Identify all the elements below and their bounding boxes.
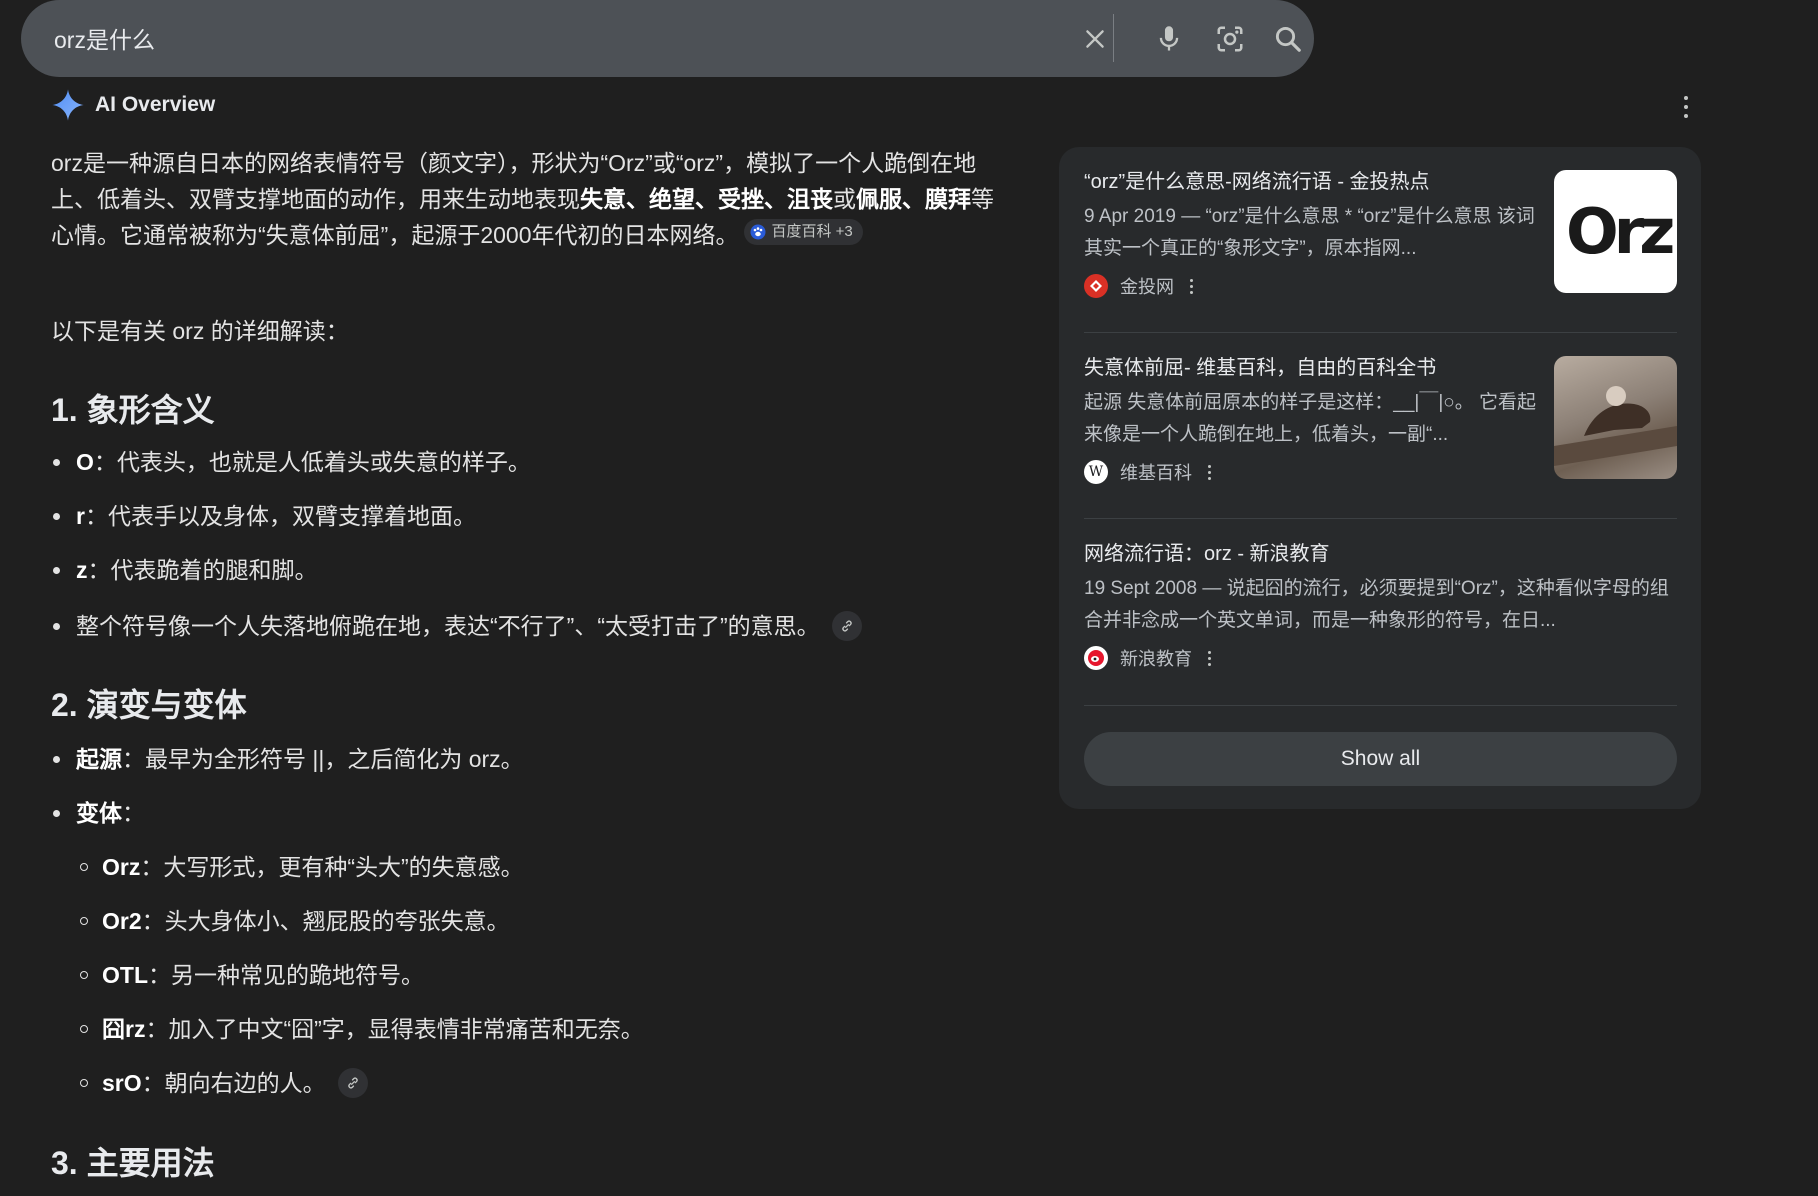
voice-search-button[interactable] — [1150, 20, 1188, 58]
source-site-name: 新浪教育 — [1120, 649, 1192, 669]
list-item: 变体： — [51, 797, 145, 829]
section-heading-3: 3. 主要用法 — [51, 1145, 215, 1181]
source-more-options[interactable] — [1208, 464, 1211, 480]
source-thumbnail[interactable] — [1554, 356, 1677, 479]
close-icon — [1086, 30, 1104, 48]
list-item: r ：代表手以及身体，双臂支撑着地面。 — [51, 500, 476, 532]
list-item: 起源 ：最早为全形符号 ||，之后简化为 orz。 — [51, 743, 524, 775]
sub-list-item: srO ：朝向右边的人。 — [80, 1067, 368, 1099]
source-card[interactable]: 网络流行语：orz - 新浪教育 19 Sept 2008 — 说起囧的流行，必… — [1084, 541, 1677, 671]
sub-list-item: Or2 ：头大身体小、翘屁股的夸张失意。 — [80, 905, 510, 937]
sub-list-item: Orz ：大写形式，更有种“头大”的失意感。 — [80, 851, 524, 883]
ai-overview-title: AI Overview — [95, 93, 216, 116]
source-more-options[interactable] — [1208, 650, 1211, 666]
ai-overview-body: orz是一种源自日本的网络表情符号（颜文字），形状为“Orz”或“orz”，模拟… — [51, 145, 1001, 253]
source-divider — [1084, 518, 1677, 519]
detail-intro: 以下是有关 orz 的详细解读： — [51, 318, 349, 344]
search-input[interactable] — [52, 22, 1012, 54]
link-icon — [841, 620, 852, 632]
gemini-sparkle-icon — [52, 89, 84, 121]
source-thumbnail[interactable]: Orz — [1554, 170, 1677, 293]
thumbnail-text: Orz — [1566, 195, 1675, 268]
jintou-favicon-icon — [1084, 274, 1108, 298]
source-snippet: 19 Sept 2008 — 说起囧的流行，必须要提到“Orz”，这种看似字母的… — [1084, 578, 1669, 631]
list-item: z ：代表跪着的腿和脚。 — [51, 554, 318, 586]
search-icon — [1275, 26, 1301, 52]
list-item: O ：代表头，也就是人低着头或失意的样子。 — [51, 446, 531, 478]
camera-lens-icon — [1217, 26, 1243, 52]
ai-overview-header: AI Overview — [51, 88, 215, 122]
clear-search-button[interactable] — [1076, 20, 1114, 58]
source-snippet: 起源 失意体前屈原本的样子是这样：__|￣|○。 它看起来像是一个人跪倒在地上，… — [1084, 392, 1537, 445]
source-site-name: 金投网 — [1120, 277, 1174, 297]
citation-chip[interactable]: 百度百科 +3 — [744, 219, 863, 245]
intro-paragraph: orz是一种源自日本的网络表情符号（颜文字），形状为“Orz”或“orz”，模拟… — [51, 150, 994, 248]
sub-list-item: 囧rz ：加入了中文“囧”字，显得表情非常痛苦和无奈。 — [80, 1013, 644, 1045]
search-bar-divider — [1113, 14, 1114, 62]
source-snippet: 9 Apr 2019 — “orz”是什么意思 * “orz”是什么意思 该词其… — [1084, 206, 1535, 259]
show-all-button[interactable]: Show all — [1084, 732, 1677, 786]
sub-list-item: OTL ：另一种常见的跪地符号。 — [80, 959, 424, 991]
search-button[interactable] — [1269, 20, 1307, 58]
kneeling-figure-image — [1554, 386, 1677, 466]
link-icon — [347, 1077, 358, 1089]
ai-overview-more-options[interactable] — [1676, 94, 1696, 120]
source-title[interactable]: 网络流行语：orz - 新浪教育 — [1084, 541, 1677, 567]
source-divider — [1084, 705, 1677, 706]
source-card[interactable]: 失意体前屈- 维基百科，自由的百科全书 起源 失意体前屈原本的样子是这样：__|… — [1084, 355, 1677, 485]
section-heading-1: 1. 象形含义 — [51, 392, 215, 428]
source-divider — [1084, 332, 1677, 333]
source-more-options[interactable] — [1190, 278, 1193, 294]
sina-favicon-icon — [1084, 646, 1108, 670]
source-site-name: 维基百科 — [1120, 463, 1192, 483]
search-bar — [21, 0, 1314, 77]
source-card[interactable]: “orz”是什么意思-网络流行语 - 金投热点 9 Apr 2019 — “or… — [1084, 169, 1677, 299]
baidu-paw-icon — [750, 224, 766, 240]
list-item: 整个符号像一个人失落地俯跪在地，表达“不行了”、“太受打击了”的意思。 — [51, 610, 862, 642]
section-heading-2: 2. 演变与变体 — [51, 687, 247, 723]
lens-search-button[interactable] — [1211, 20, 1249, 58]
sources-panel: “orz”是什么意思-网络流行语 - 金投热点 9 Apr 2019 — “or… — [1059, 147, 1701, 809]
source-link-button[interactable] — [831, 611, 862, 641]
wikipedia-favicon-icon: W — [1084, 460, 1108, 484]
source-link-button[interactable] — [337, 1068, 368, 1098]
microphone-icon — [1159, 26, 1179, 51]
